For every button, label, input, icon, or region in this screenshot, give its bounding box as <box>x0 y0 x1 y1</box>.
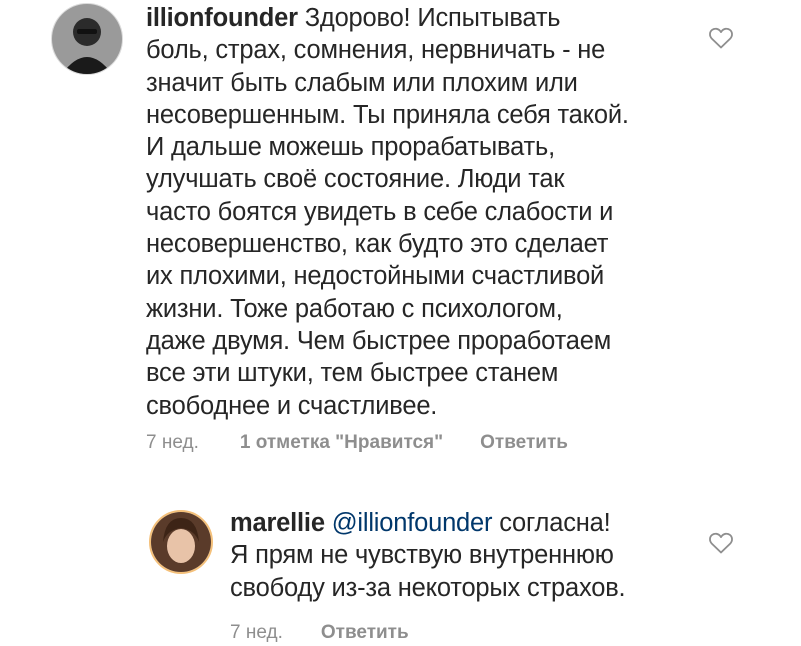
avatar-photo-icon <box>52 4 122 74</box>
comment-age: 7 нед. <box>230 622 283 643</box>
comment-meta: 7 нед. 1 отметка "Нравится" Ответить <box>146 432 568 454</box>
comment-username[interactable]: marellie <box>230 509 325 537</box>
like-heart-icon[interactable] <box>708 26 734 50</box>
reply-button[interactable]: Ответить <box>480 432 568 454</box>
like-heart-icon[interactable] <box>708 531 734 555</box>
comment-body: illionfounder Здорово! Испытывать боль, … <box>146 2 711 422</box>
avatar-marellie[interactable] <box>149 510 213 574</box>
comment-meta: 7 нед. Ответить <box>230 622 409 644</box>
reply-button[interactable]: Ответить <box>321 622 409 644</box>
avatar-illionfounder[interactable] <box>51 3 123 75</box>
mention-link[interactable]: @illionfounder <box>332 509 493 537</box>
comment-body: marellie @illionfounder согласна! Я прям… <box>230 507 690 604</box>
comment-username[interactable]: illionfounder <box>146 4 298 32</box>
comment-text: Здорово! Испытывать боль, страх, сомнени… <box>146 4 629 420</box>
comment-age: 7 нед. <box>146 432 199 453</box>
likes-count-link[interactable]: 1 отметка "Нравится" <box>240 432 443 454</box>
avatar-photo-icon <box>151 512 211 572</box>
